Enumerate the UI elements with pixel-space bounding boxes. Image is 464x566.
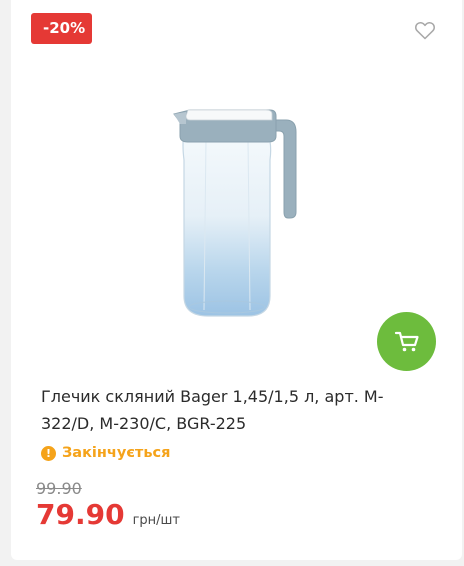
warning-icon: !	[41, 445, 56, 461]
add-to-cart-button[interactable]	[377, 312, 436, 371]
price-unit: грн/шт	[132, 513, 181, 528]
old-price: 99.90	[36, 479, 82, 498]
product-title[interactable]: Глечик скляний Bager 1,45/1,5 л, арт. M-…	[41, 383, 431, 437]
discount-badge: -20%	[31, 13, 93, 44]
stock-status: ! Закінчується	[41, 443, 170, 463]
stock-status-label: Закінчується	[62, 445, 171, 461]
glass-jug-image[interactable]	[160, 100, 310, 325]
current-price: 79.90	[36, 498, 125, 531]
shopping-cart-icon	[394, 331, 419, 351]
price-row: 79.90 грн/шт	[36, 498, 180, 531]
heart-outline-icon[interactable]	[413, 18, 437, 42]
